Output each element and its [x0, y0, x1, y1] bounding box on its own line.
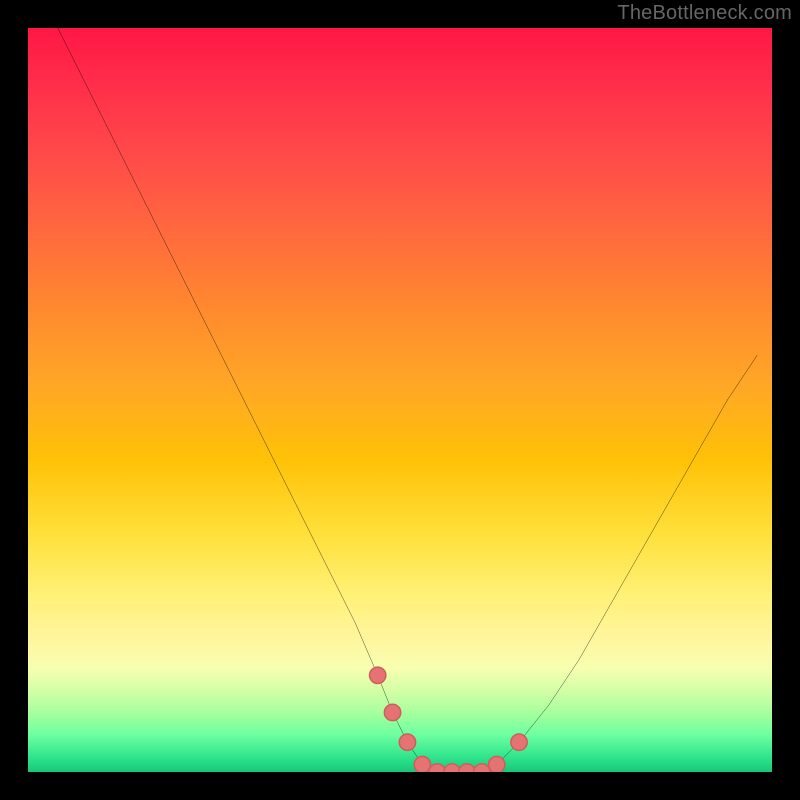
- curve-marker: [511, 734, 527, 750]
- curve-marker: [489, 756, 505, 772]
- curve-marker: [429, 764, 445, 772]
- chart-frame: TheBottleneck.com: [0, 0, 800, 800]
- curve-group: [58, 28, 757, 772]
- bottleneck-curve: [58, 28, 757, 772]
- marker-group: [369, 667, 527, 772]
- watermark-text: TheBottleneck.com: [617, 2, 792, 25]
- curve-marker: [369, 667, 385, 683]
- curve-svg: [28, 28, 772, 772]
- curve-marker: [399, 734, 415, 750]
- curve-marker: [474, 764, 490, 772]
- curve-marker: [459, 764, 475, 772]
- plot-area: [28, 28, 772, 772]
- curve-marker: [414, 756, 430, 772]
- curve-marker: [384, 704, 400, 720]
- curve-marker: [444, 764, 460, 772]
